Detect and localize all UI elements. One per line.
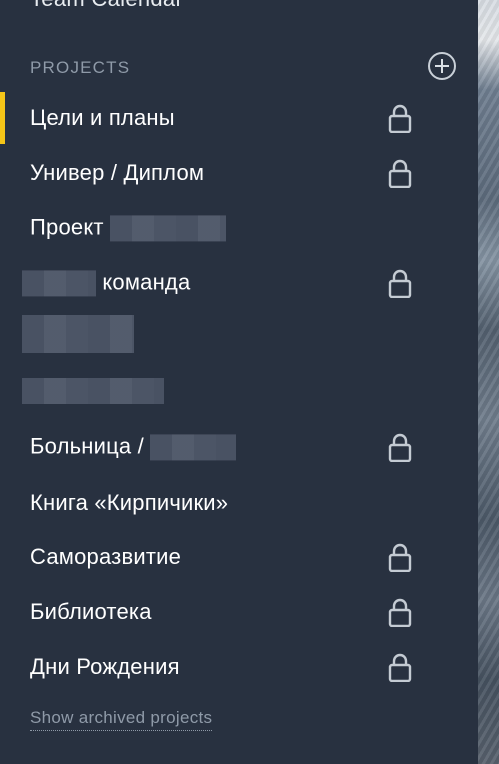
lock-icon [388, 433, 412, 462]
project-label: Универ / Диплом [30, 160, 205, 185]
project-item-library[interactable]: Библиотека [0, 585, 478, 639]
project-item-team[interactable]: команда [0, 256, 478, 310]
project-label: Библиотека [30, 599, 152, 624]
project-item-hospital[interactable]: Больница / [0, 420, 478, 474]
project-label: Больница / [30, 433, 144, 459]
project-item-redacted[interactable] [0, 309, 478, 363]
project-label: Книга «Кирпичики» [30, 490, 229, 515]
project-item-goals[interactable]: Цели и планы [0, 91, 478, 145]
team-calendar-link[interactable]: Team Calendar [30, 0, 183, 12]
projects-header: PROJECTS [30, 58, 131, 77]
lock-icon [388, 269, 412, 298]
project-label: Дни Рождения [30, 654, 180, 679]
sidebar: Team Calendar PROJECTS Цели и планы Унив… [0, 0, 478, 764]
redacted-text [22, 270, 96, 297]
project-item-redacted[interactable] [0, 364, 478, 418]
project-item-project[interactable]: Проект [0, 201, 478, 255]
project-item-university[interactable]: Универ / Диплом [0, 146, 478, 200]
project-item-book[interactable]: Книга «Кирпичики» [0, 476, 478, 530]
add-project-button[interactable] [428, 52, 456, 80]
lock-icon [388, 543, 412, 572]
redacted-text [150, 434, 237, 461]
project-label-row: Проект [30, 214, 226, 242]
project-item-self-development[interactable]: Саморазвитие [0, 530, 478, 584]
background-image-edge [478, 0, 499, 764]
project-label-row: команда [22, 269, 191, 297]
project-label: Саморазвитие [30, 544, 182, 569]
project-label-row: Больница / [30, 433, 237, 461]
project-label: Цели и планы [30, 105, 175, 130]
redacted-text [22, 315, 134, 353]
project-label: Проект [30, 214, 104, 240]
lock-icon [388, 598, 412, 627]
lock-icon [388, 159, 412, 188]
lock-icon [388, 104, 412, 133]
redacted-text [22, 378, 164, 404]
redacted-text [109, 215, 226, 242]
screen: Team Calendar PROJECTS Цели и планы Унив… [0, 0, 499, 764]
project-label: команда [102, 269, 191, 295]
lock-icon [388, 653, 412, 682]
project-item-birthdays[interactable]: Дни Рождения [0, 640, 478, 694]
show-archived-projects-link[interactable]: Show archived projects [30, 708, 213, 731]
